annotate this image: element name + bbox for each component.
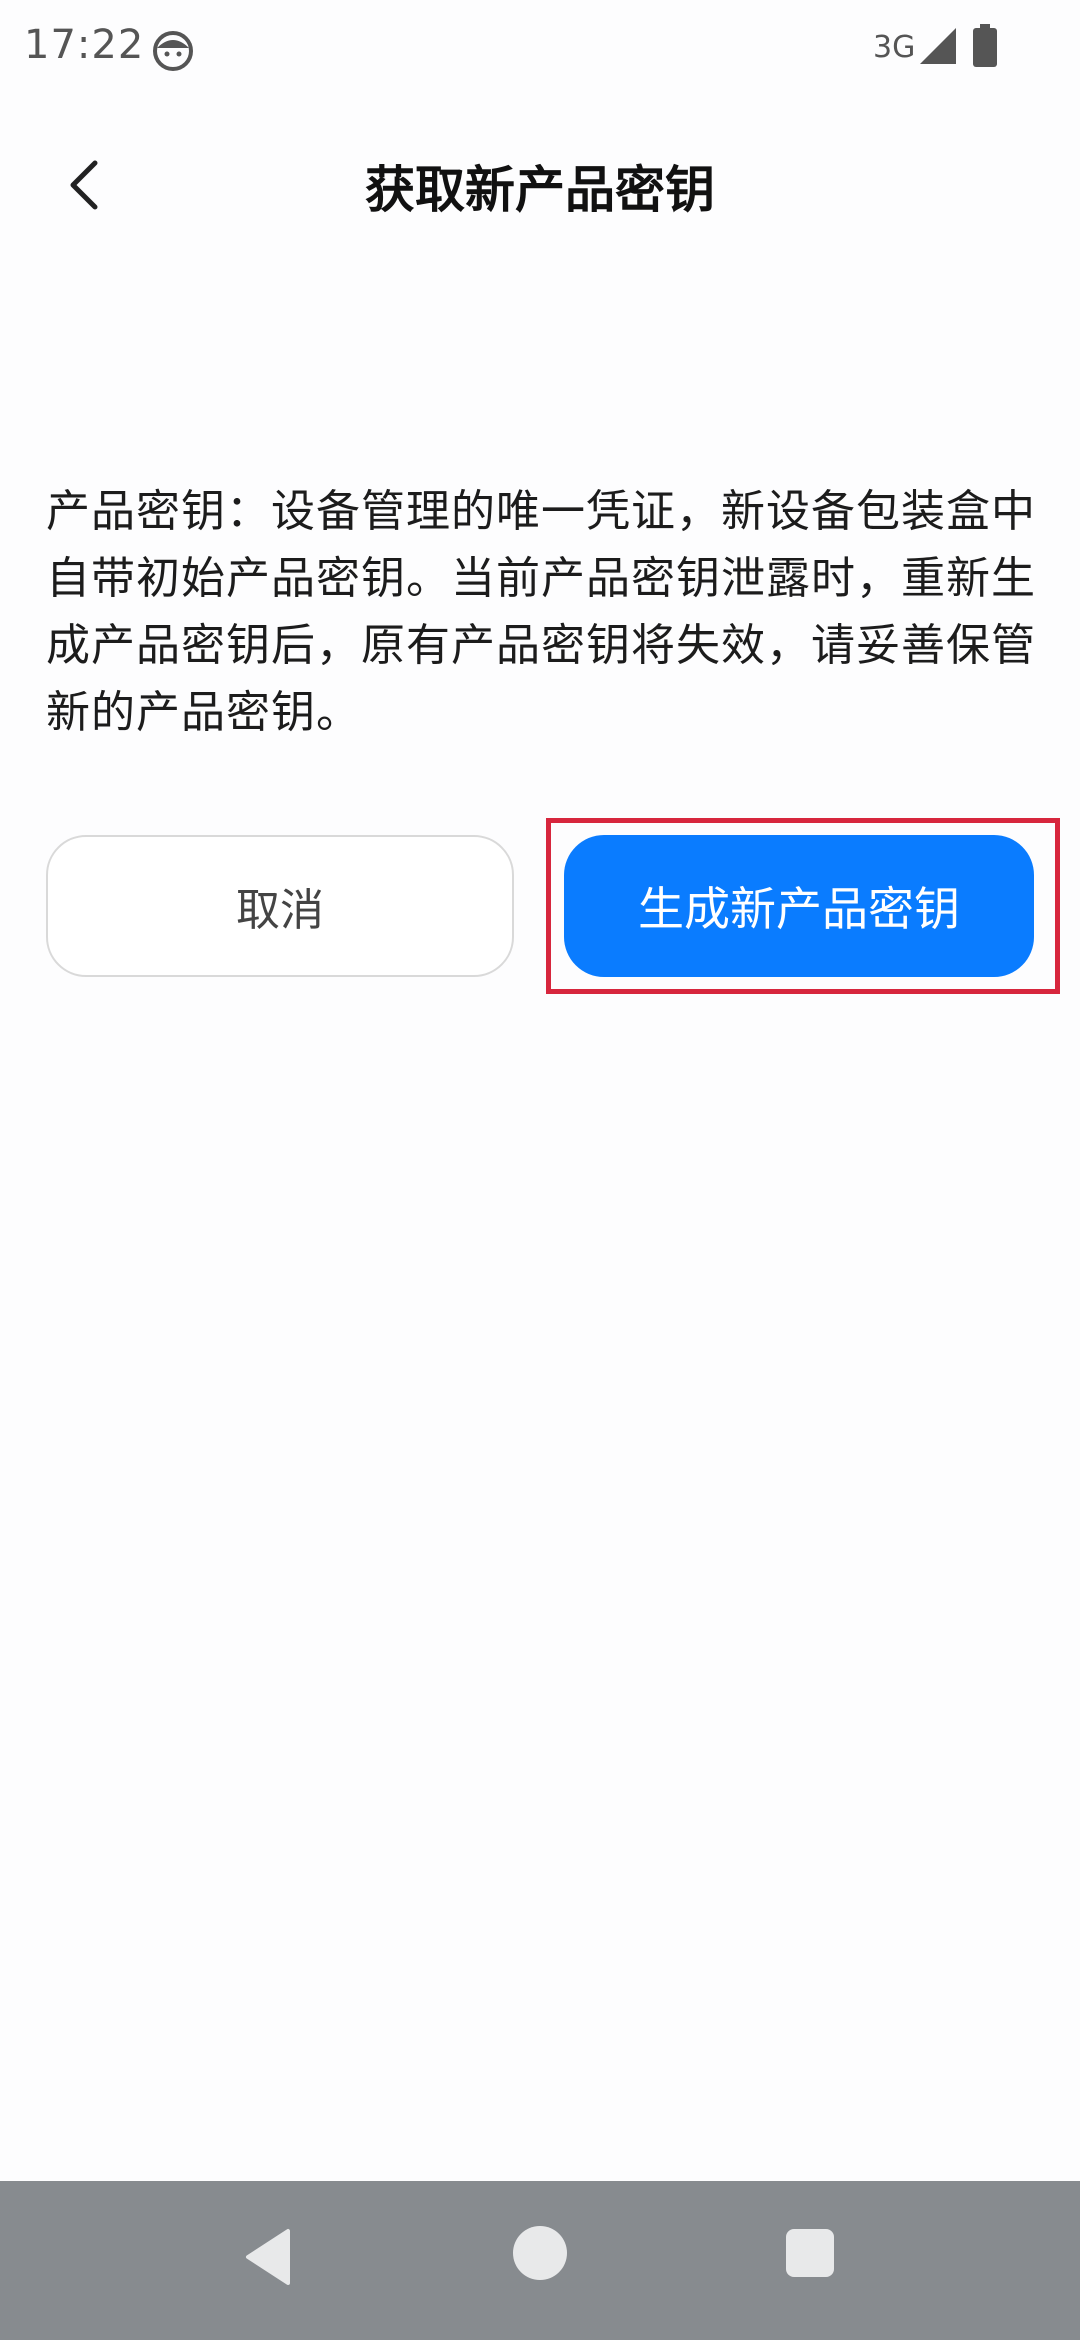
navigation-bar	[0, 2181, 1080, 2340]
nav-home-icon[interactable]	[513, 2226, 567, 2280]
nav-recents-icon[interactable]	[786, 2229, 834, 2277]
header: 获取新产品密钥	[0, 120, 1080, 250]
network-type: 3G	[873, 30, 916, 65]
generate-key-button[interactable]: 生成新产品密钥	[564, 835, 1034, 977]
description-text: 产品密钥：设备管理的唯一凭证，新设备包装盒中自带初始产品密钥。当前产品密钥泄露时…	[46, 486, 1036, 738]
page-title: 获取新产品密钥	[365, 161, 715, 219]
signal-icon	[918, 26, 958, 66]
status-bar: 17:22 3G	[0, 0, 1080, 100]
cancel-button[interactable]: 取消	[46, 835, 514, 977]
face-icon	[152, 30, 194, 72]
nav-back-icon[interactable]	[240, 2227, 300, 2287]
battery-icon	[972, 24, 998, 68]
screen: 17:22 3G 获取新产品密钥 产品密钥：设备管理的唯一凭证，新设备包装盒中自…	[0, 0, 1080, 2340]
status-time: 17:22	[24, 22, 145, 68]
